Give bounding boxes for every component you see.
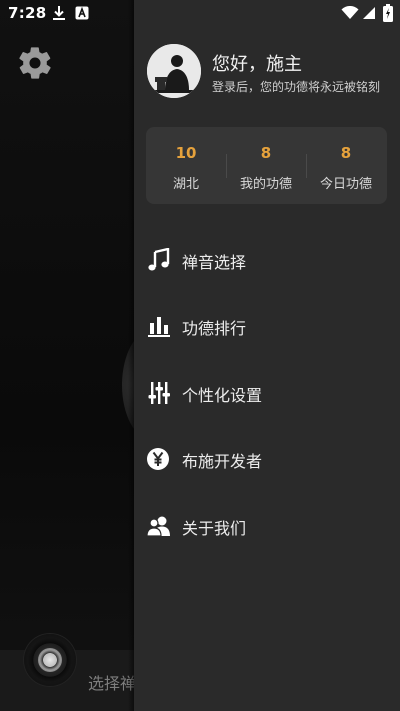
notification-app-icon [75, 6, 89, 20]
status-time: 7:28 [8, 4, 47, 22]
menu-item-zen-sound[interactable]: 禅音选择 [134, 236, 400, 284]
stat-today-merit[interactable]: 8 今日功德 [306, 127, 386, 204]
stat-value: 8 [340, 144, 352, 162]
stat-label: 湖北 [172, 177, 199, 192]
stat-label: 今日功德 [319, 177, 372, 192]
login-hint[interactable]: 登录后，您的功德将永远被铭刻 [212, 78, 380, 95]
stat-value: 10 [175, 144, 197, 162]
menu-item-merit-ranking[interactable]: 功德排行 [134, 302, 400, 350]
disc-label [38, 648, 62, 672]
users-icon [146, 516, 170, 537]
wifi-icon [341, 6, 359, 19]
battery-icon [383, 4, 393, 22]
stat-my-merit[interactable]: 8 我的功德 [226, 127, 306, 204]
menu-item-donate[interactable]: 布施开发者 [134, 435, 400, 483]
monk-avatar-icon [147, 44, 201, 98]
avatar[interactable] [147, 44, 201, 98]
stat-region[interactable]: 10 湖北 [146, 127, 226, 204]
download-icon [53, 6, 65, 20]
bar-chart-icon [148, 317, 170, 337]
sliders-icon [148, 382, 170, 404]
menu-label: 个性化设置 [182, 386, 263, 405]
music-disc-icon[interactable] [24, 634, 76, 686]
status-bar: 7:28 [0, 0, 400, 28]
settings-gear-icon[interactable] [16, 44, 54, 82]
music-note-icon [148, 248, 170, 271]
menu-label: 功德排行 [182, 319, 247, 338]
app-screen: 选择禅 7:28 您好，施主 登录后，您的功德将永远被铭刻 10 湖北 8 我的… [0, 0, 400, 711]
menu-label: 禅音选择 [182, 253, 247, 272]
signal-icon [363, 7, 375, 19]
greeting-title: 您好，施主 [212, 54, 302, 75]
menu-item-about[interactable]: 关于我们 [134, 502, 400, 550]
yen-coin-icon [147, 448, 169, 470]
menu-label: 关于我们 [182, 519, 247, 538]
menu-label: 布施开发者 [182, 452, 263, 471]
stats-card: 10 湖北 8 我的功德 8 今日功德 [146, 127, 387, 204]
stat-value: 8 [260, 144, 272, 162]
menu-item-personalize[interactable]: 个性化设置 [134, 369, 400, 417]
stat-label: 我的功德 [239, 177, 292, 192]
navigation-drawer: 您好，施主 登录后，您的功德将永远被铭刻 10 湖北 8 我的功德 8 今日功德 [134, 0, 400, 711]
